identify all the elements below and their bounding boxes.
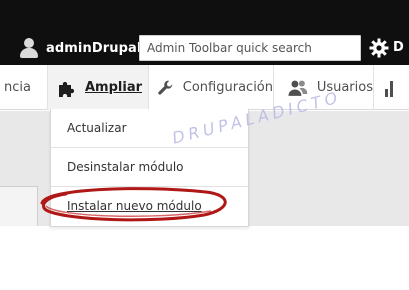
content-tab[interactable] [0, 186, 38, 226]
tray-item-ampliar[interactable]: Ampliar [48, 65, 149, 110]
puzzle-icon [59, 81, 75, 97]
user-name: adminDrupal [46, 40, 142, 56]
gear-icon[interactable] [369, 38, 389, 58]
tray-item-label: Configuración [182, 80, 273, 95]
admin-toolbar: adminDrupal Admin Toolbar quick search D [0, 0, 409, 65]
users-icon [288, 80, 308, 96]
tray-item-label: Ampliar [85, 80, 143, 95]
menu-item-desinstalar-modulo[interactable]: Desinstalar módulo [51, 148, 248, 187]
toolbar-tray: ncia Ampliar Configuración Usuarios [0, 65, 409, 110]
tray-item-appearance[interactable]: ncia [0, 65, 48, 110]
wrench-icon [158, 80, 173, 95]
tray-item-configuracion[interactable]: Configuración [149, 65, 274, 110]
user-tab[interactable]: adminDrupal [20, 37, 141, 59]
tray-item-label: ncia [4, 80, 31, 95]
manage-label[interactable]: D [393, 40, 404, 55]
search-input[interactable]: Admin Toolbar quick search [139, 35, 361, 61]
bar-chart-icon [385, 80, 393, 97]
tray-item-reports[interactable] [374, 65, 409, 110]
highlight-ellipse-annotation [40, 187, 227, 222]
user-icon [20, 38, 38, 58]
